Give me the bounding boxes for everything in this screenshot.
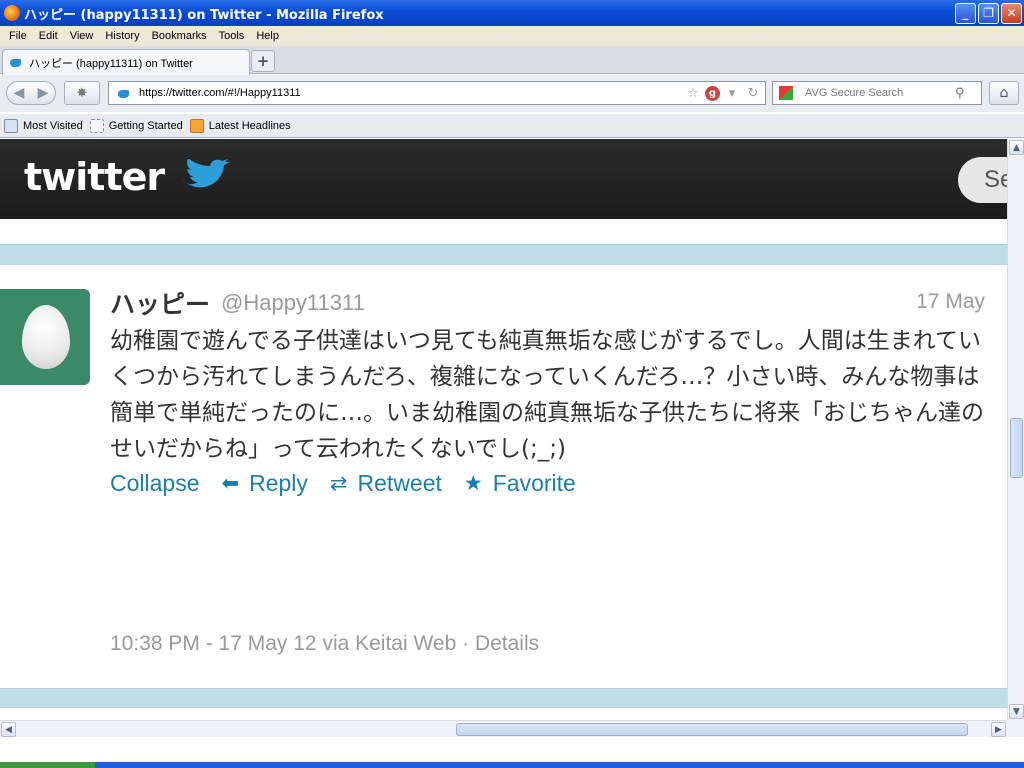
navigation-toolbar: ◀ ▶ ✸ ☆ g ▾ ↻ ⚲ ⌂	[0, 75, 1024, 112]
tweet-date[interactable]: 17 May	[916, 290, 985, 314]
favorite-label: Favorite	[492, 470, 576, 496]
reply-icon: ⬅	[221, 472, 240, 495]
twitter-search-box[interactable]: Se	[958, 157, 1007, 203]
menu-bookmarks[interactable]: Bookmarks	[146, 30, 213, 42]
vertical-scroll-thumb[interactable]	[1010, 418, 1023, 478]
bookmark-label: Latest Headlines	[208, 119, 291, 132]
forward-arrow-icon[interactable]: ▶	[38, 85, 49, 101]
tweet-author-handle[interactable]: @Happy11311	[221, 290, 365, 316]
menu-bar: File Edit View History Bookmarks Tools H…	[0, 26, 1024, 46]
google-icon[interactable]: g	[705, 85, 720, 101]
back-arrow-icon[interactable]: ◀	[14, 85, 25, 101]
bookmark-most-visited[interactable]: Most Visited	[4, 118, 83, 133]
search-input[interactable]	[805, 87, 955, 99]
tab-twitter[interactable]: ハッピー (happy11311) on Twitter	[2, 49, 250, 75]
back-forward-buttons: ◀ ▶	[6, 81, 56, 105]
menu-tools[interactable]: Tools	[213, 30, 251, 42]
previous-item-edge	[0, 219, 1007, 245]
retweet-button[interactable]: ⇄ Retweet	[330, 470, 442, 497]
star-icon: ★	[463, 472, 483, 495]
scroll-left-arrow-icon[interactable]: ◀	[1, 722, 16, 737]
menu-view[interactable]: View	[64, 30, 100, 42]
twitter-header: twitter Se	[0, 139, 1007, 219]
search-icon[interactable]: ⚲	[955, 86, 965, 101]
scrollbar-corner	[1007, 720, 1024, 737]
reload-icon[interactable]: ↻	[744, 84, 762, 102]
twitter-bird-icon	[182, 159, 230, 188]
firefox-icon	[4, 5, 20, 21]
menu-history[interactable]: History	[99, 30, 145, 42]
next-item-edge	[0, 707, 1007, 720]
bookmark-star-icon[interactable]: ☆	[684, 84, 702, 102]
bookmark-latest-headlines[interactable]: Latest Headlines	[189, 118, 291, 133]
vertical-scrollbar[interactable]: ▲ ▼	[1007, 139, 1024, 720]
most-visited-icon	[4, 118, 18, 133]
favorite-button[interactable]: ★ Favorite	[464, 470, 576, 497]
restore-button[interactable]: ❐	[978, 2, 999, 24]
window-title-bar: ハッピー (happy11311) on Twitter - Mozilla F…	[0, 0, 1024, 26]
scroll-up-arrow-icon[interactable]: ▲	[1009, 140, 1024, 155]
dropdown-arrow-icon[interactable]: ▾	[723, 84, 741, 102]
home-icon: ⌂	[999, 85, 1009, 101]
menu-file[interactable]: File	[3, 30, 33, 42]
bookmarks-toolbar: Most Visited Getting Started Latest Head…	[0, 114, 1024, 138]
start-button[interactable]	[0, 762, 95, 768]
minimize-button[interactable]: _	[955, 2, 976, 24]
menu-help[interactable]: Help	[250, 30, 285, 42]
globe-icon: ✸	[76, 85, 88, 101]
tweet-actions: Collapse ⬅ Reply ⇄ Retweet ★ Favorite	[110, 470, 598, 497]
tweet-metadata[interactable]: 10:38 PM - 17 May 12 via Keitai Web · De…	[110, 632, 539, 656]
default-egg-icon	[22, 305, 70, 369]
page-icon	[89, 118, 104, 133]
rss-icon	[189, 118, 204, 133]
search-bar[interactable]: ⚲	[772, 81, 982, 105]
window-title: ハッピー (happy11311) on Twitter - Mozilla F…	[24, 7, 384, 23]
horizontal-scrollbar[interactable]: ◀ ▶	[0, 720, 1007, 737]
site-identity-button[interactable]: ✸	[64, 81, 100, 105]
url-input[interactable]	[139, 87, 684, 99]
tweet-author-name[interactable]: ハッピー	[110, 285, 210, 321]
home-button[interactable]: ⌂	[989, 81, 1019, 105]
retweet-icon: ⇄	[329, 472, 348, 495]
collapse-link[interactable]: Collapse	[110, 470, 200, 497]
retweet-label: Retweet	[357, 470, 442, 496]
bookmark-getting-started[interactable]: Getting Started	[89, 118, 183, 133]
url-bar[interactable]: ☆ g ▾ ↻	[108, 81, 766, 105]
close-button[interactable]: ✕	[1001, 2, 1022, 24]
scroll-right-arrow-icon[interactable]: ▶	[991, 722, 1006, 737]
bookmark-label: Most Visited	[23, 119, 83, 132]
twitter-bird-icon	[9, 57, 23, 68]
bookmark-label: Getting Started	[108, 119, 183, 132]
twitter-logo[interactable]: twitter	[24, 155, 165, 199]
tab-strip: ハッピー (happy11311) on Twitter +	[0, 46, 1024, 75]
avg-icon[interactable]	[779, 86, 793, 100]
tweet-text: 幼稚園で遊んでる子供達はいつ見ても純真無垢な感じがするでし。人間は生まれていくつ…	[110, 328, 984, 462]
horizontal-scroll-thumb[interactable]	[456, 723, 968, 736]
menu-edit[interactable]: Edit	[33, 30, 64, 42]
twitter-favicon-icon	[117, 88, 131, 99]
avatar[interactable]	[0, 289, 90, 385]
reply-button[interactable]: ⬅ Reply	[222, 470, 308, 497]
scroll-down-arrow-icon[interactable]: ▼	[1009, 704, 1024, 719]
tab-label: ハッピー (happy11311) on Twitter	[29, 57, 193, 70]
reply-label: Reply	[249, 470, 308, 496]
tweet-card: ハッピー @Happy11311 17 May 幼稚園で遊んでる子供達はいつ見て…	[0, 264, 1007, 689]
new-tab-button[interactable]: +	[251, 50, 275, 72]
taskbar	[0, 762, 1024, 768]
page-content: twitter Se ハッピー @Happy11311 17 May 幼稚園で遊…	[0, 139, 1007, 720]
